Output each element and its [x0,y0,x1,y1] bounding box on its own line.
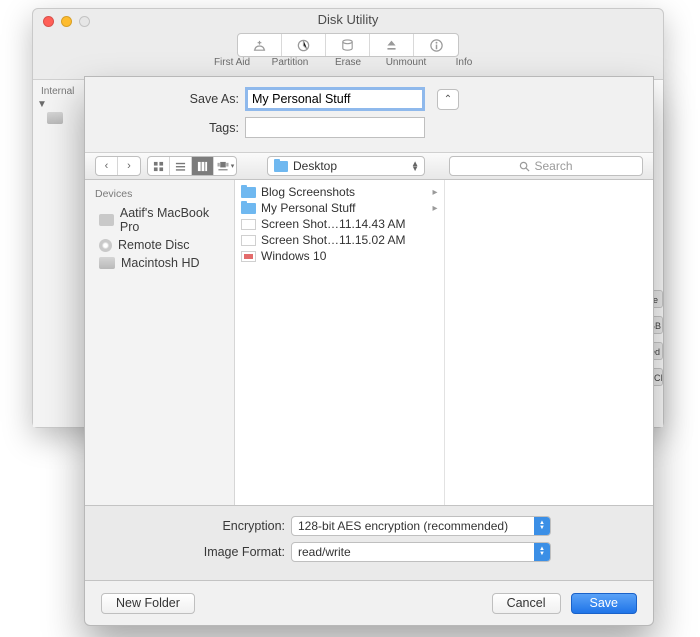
nav-back-button[interactable]: ‹ [96,157,118,175]
window-minimize-button[interactable] [61,16,72,27]
save-as-label: Save As: [99,92,239,106]
image-format-popup[interactable]: read/write ▲▼ [291,542,551,562]
updown-icon: ▲▼ [534,517,550,535]
device-item[interactable]: Macintosh HD [85,254,234,272]
updown-icon: ▲▼ [534,543,550,561]
file-name: Blog Screenshots [261,185,355,199]
grid-icon [153,161,164,172]
toolbar-first-aid-button[interactable] [238,34,282,56]
columns-icon [197,161,208,172]
search-icon [519,161,530,172]
view-list-button[interactable] [170,157,192,175]
file-name: My Personal Stuff [261,201,356,215]
chevron-up-icon: ⌃ [444,94,452,105]
file-browser-toolbar: ‹ › ▾ Desktop ▲▼ Search [85,152,653,180]
device-name: Aatif's MacBook Pro [120,206,224,234]
save-as-input[interactable] [245,87,425,111]
collapse-sheet-button[interactable]: ⌃ [437,89,459,110]
image-format-label: Image Format: [85,545,285,559]
erase-icon [340,38,355,53]
view-coverflow-button[interactable]: ▾ [214,157,236,175]
file-row[interactable]: Blog Screenshots ▸ [235,184,444,200]
encryption-value: 128-bit AES encryption (recommended) [298,519,508,533]
toolbar-partition-button[interactable] [282,34,326,56]
toolbar [33,31,663,79]
window-zoom-button[interactable] [79,16,90,27]
laptop-icon [99,214,114,226]
devices-header: Devices [85,186,234,204]
file-name: Screen Shot…11.14.43 AM [261,217,406,231]
file-name: Windows 10 [261,249,326,263]
folder-icon [274,161,288,172]
chevron-right-icon: ▸ [432,203,437,214]
location-popup[interactable]: Desktop ▲▼ [267,156,425,176]
file-column: Blog Screenshots ▸ My Personal Stuff ▸ Scr… [235,180,445,505]
new-folder-button[interactable]: New Folder [101,593,195,614]
chevron-left-icon: ‹ [105,160,109,172]
nav-forward-button[interactable]: › [118,157,140,175]
tags-input[interactable] [245,117,425,138]
toolbar-label: Unmount [384,57,428,68]
disc-icon [99,239,112,252]
chevron-down-icon: ▾ [231,162,235,170]
file-row[interactable]: Windows 10 [235,248,444,264]
nav-segment: ‹ › [95,156,141,176]
location-name: Desktop [293,159,337,173]
view-columns-button[interactable] [192,157,214,175]
image-icon [241,235,256,246]
first-aid-icon [252,38,267,53]
file-column-empty [445,180,654,505]
save-button[interactable]: Save [571,593,638,614]
tags-label: Tags: [99,121,239,135]
devices-sidebar: Devices Aatif's MacBook Pro Remote Disc … [85,180,235,505]
view-mode-segment: ▾ [147,156,237,176]
chevron-right-icon: ▸ [432,187,437,198]
drive-icon [47,112,63,124]
device-item[interactable]: Remote Disc [85,236,234,254]
window-title: Disk Utility [33,9,663,31]
toolbar-erase-button[interactable] [326,34,370,56]
search-placeholder: Search [534,159,572,173]
updown-icon: ▲▼ [411,161,419,171]
file-row[interactable]: Screen Shot…11.15.02 AM [235,232,444,248]
toolbar-unmount-button[interactable] [370,34,414,56]
view-icons-button[interactable] [148,157,170,175]
search-input[interactable]: Search [449,156,643,176]
toolbar-label: Erase [326,57,370,68]
device-item[interactable]: Aatif's MacBook Pro [85,204,234,236]
image-icon [241,219,256,230]
toolbar-label: Partition [268,57,312,68]
drive-icon [99,257,115,269]
window-close-button[interactable] [43,16,54,27]
folder-icon [241,187,256,198]
cancel-button[interactable]: Cancel [492,593,561,614]
image-format-value: read/write [298,545,351,559]
encryption-popup[interactable]: 128-bit AES encryption (recommended) ▲▼ [291,516,551,536]
options-panel: Encryption: 128-bit AES encryption (reco… [85,506,653,581]
toolbar-info-button[interactable] [414,34,458,56]
device-name: Macintosh HD [121,256,200,270]
chevron-right-icon: › [127,160,131,172]
action-bar: New Folder Cancel Save [85,581,653,625]
encryption-label: Encryption: [85,519,285,533]
coverflow-icon [216,161,230,172]
info-icon [429,38,444,53]
toolbar-label: First Aid [210,57,254,68]
partition-icon [296,38,311,53]
file-row[interactable]: Screen Shot…11.14.43 AM [235,216,444,232]
file-row[interactable]: My Personal Stuff ▸ [235,200,444,216]
folder-icon [241,203,256,214]
device-name: Remote Disc [118,238,190,252]
list-icon [175,161,186,172]
disk-image-icon [241,251,256,262]
save-sheet: Save As: ⌃ Tags: ‹ › ▾ Desktop ▲▼ Search [84,76,654,626]
file-name: Screen Shot…11.15.02 AM [261,233,406,247]
unmount-icon [385,38,398,53]
toolbar-label: Info [442,57,486,68]
